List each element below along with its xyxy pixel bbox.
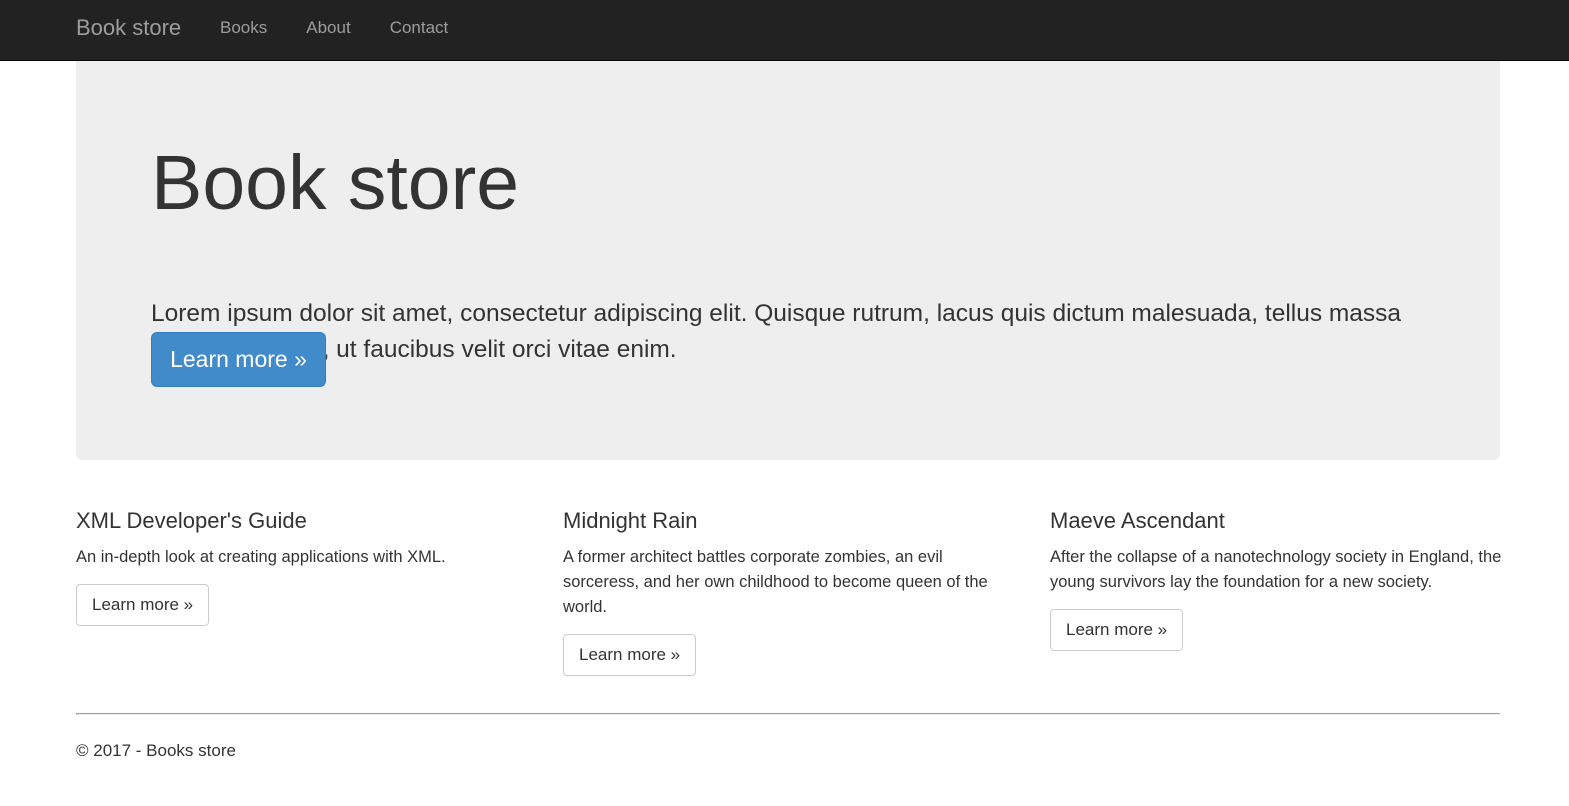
nav-link-about[interactable]: About (306, 18, 350, 38)
top-navbar: Book store Books About Contact (0, 0, 1569, 61)
nav-link-books[interactable]: Books (220, 18, 267, 38)
footer-copyright: © 2017 - Books store (76, 741, 236, 760)
nav-link-contact[interactable]: Contact (390, 18, 449, 38)
book-title: Maeve Ascendant (1050, 508, 1225, 533)
navbar-links: Books About Contact (220, 18, 487, 38)
navbar-brand-link[interactable]: Book store (76, 15, 181, 41)
book-learn-more-button[interactable]: Learn more » (1050, 609, 1184, 651)
hero-title: Book store (151, 140, 520, 226)
book-card-midnight-rain: Midnight Rain A former architect battles… (563, 505, 1003, 676)
footer-divider (76, 713, 1500, 715)
book-card-xml-developers-guide: XML Developer's Guide An in-depth look a… (76, 505, 536, 626)
book-title: Midnight Rain (563, 508, 698, 533)
page-footer: © 2017 - Books store (76, 740, 236, 762)
nav-item-about: About (306, 18, 389, 38)
book-description: After the collapse of a nanotechnology s… (1050, 548, 1502, 591)
hero-lead-text: Lorem ipsum dolor sit amet, consectetur … (151, 300, 1402, 363)
book-learn-more-button[interactable]: Learn more » (563, 634, 697, 676)
nav-item-books: Books (220, 18, 306, 38)
book-description: A former architect battles corporate zom… (563, 548, 988, 616)
book-learn-more-button[interactable]: Learn more » (76, 584, 210, 626)
book-title: XML Developer's Guide (76, 508, 307, 533)
hero-jumbotron: Book store Lorem ipsum dolor sit amet, c… (76, 61, 1500, 460)
book-card-maeve-ascendant: Maeve Ascendant After the collapse of a … (1050, 505, 1505, 651)
hero-learn-more-button[interactable]: Learn more » (151, 332, 326, 387)
book-description: An in-depth look at creating application… (76, 548, 446, 566)
nav-item-contact: Contact (390, 18, 488, 38)
